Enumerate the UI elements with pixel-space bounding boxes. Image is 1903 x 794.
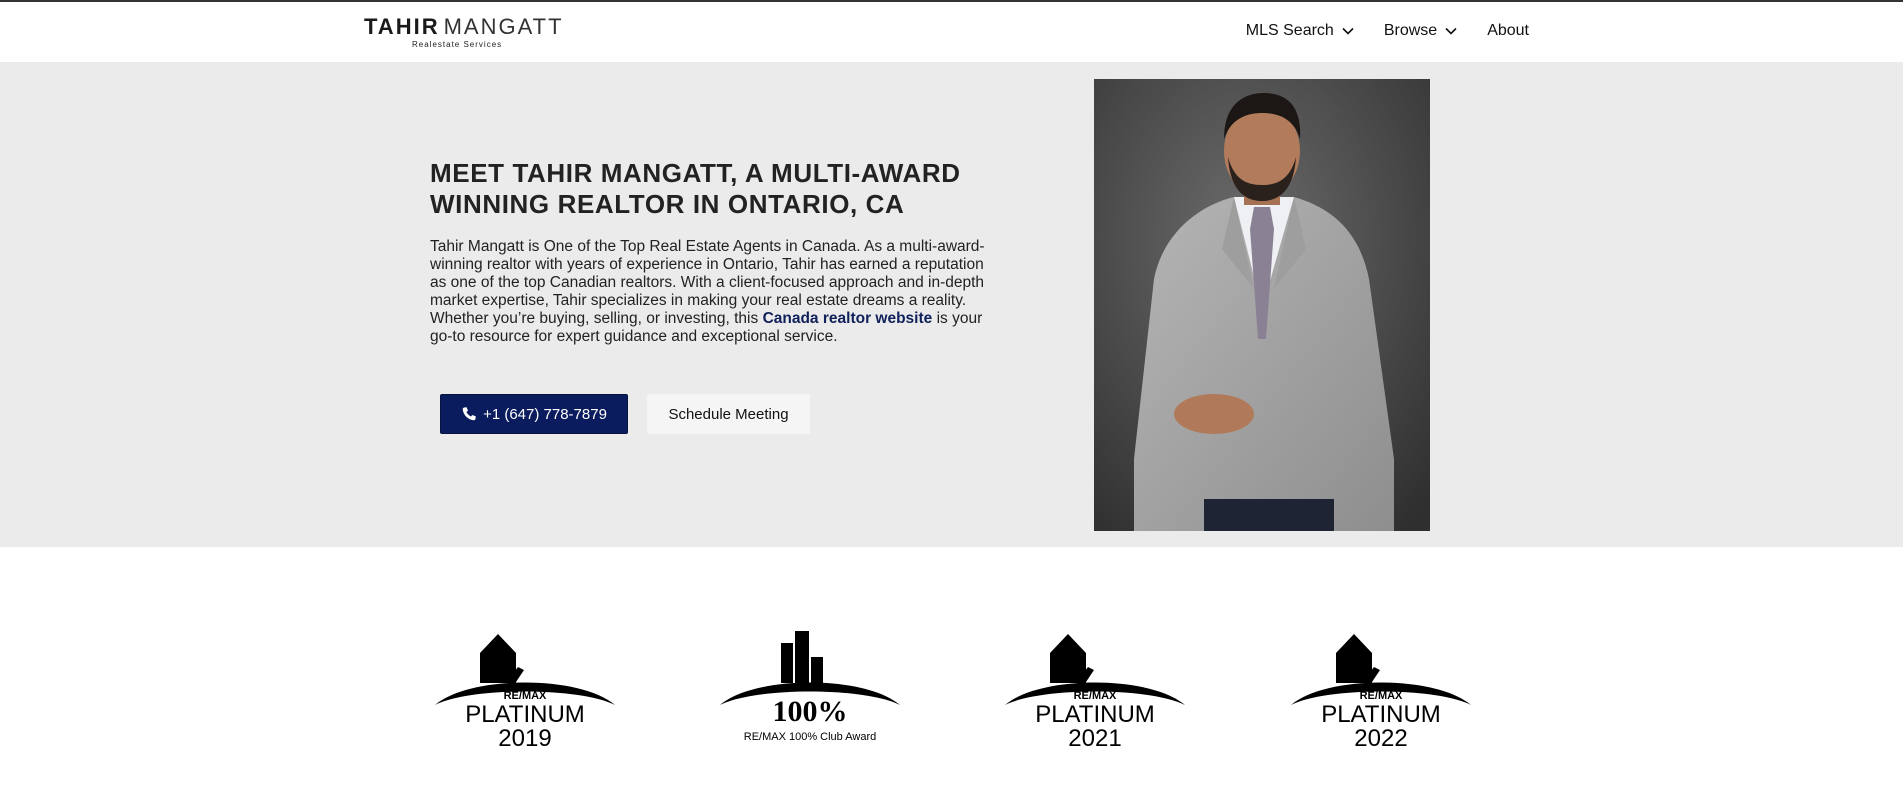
nav-about[interactable]: About	[1487, 22, 1529, 40]
award-platinum-2022: RE/MAX PLATINUM 2022	[1286, 625, 1476, 752]
chevron-down-icon	[1342, 27, 1354, 35]
nav-browse[interactable]: Browse	[1384, 22, 1457, 40]
nav-about-label: About	[1487, 22, 1529, 39]
house-icon	[480, 634, 516, 683]
award-title: PLATINUM	[465, 701, 585, 728]
award-caption: RE/MAX 100% Club Award	[744, 731, 876, 743]
logo-subtitle: Realestate Services	[412, 40, 503, 49]
site-header: TAHIR MANGATT Realestate Services MLS Se…	[0, 2, 1903, 62]
schedule-meeting-label: Schedule Meeting	[668, 405, 789, 423]
award-title: PLATINUM	[1035, 701, 1155, 728]
award-platinum-2019: RE/MAX PLATINUM 2019	[430, 625, 620, 752]
site-logo[interactable]: TAHIR MANGATT Realestate Services	[364, 14, 564, 50]
award-100-percent-club: 100% RE/MAX 100% Club Award	[715, 625, 905, 750]
realtor-website-link[interactable]: Canada realtor website	[763, 310, 933, 327]
building-icon	[781, 643, 793, 683]
phone-number-label: +1 (647) 778-7879	[483, 405, 607, 423]
phone-icon	[462, 407, 476, 421]
house-icon	[1050, 634, 1086, 683]
award-year: 2022	[1354, 725, 1407, 750]
award-title: 100%	[773, 695, 848, 728]
call-phone-button[interactable]: +1 (647) 778-7879	[440, 394, 628, 434]
logo-light-text: MANGATT	[443, 14, 564, 39]
agent-portrait	[1094, 79, 1430, 531]
award-year: 2021	[1068, 725, 1121, 750]
logo-bold-text: TAHIR	[364, 14, 440, 39]
award-year: 2019	[498, 725, 551, 750]
nav-mls-search-label: MLS Search	[1245, 22, 1334, 39]
main-nav: MLS Search Browse About	[1246, 22, 1529, 40]
schedule-meeting-button[interactable]: Schedule Meeting	[647, 394, 810, 434]
chevron-down-icon	[1445, 27, 1457, 35]
award-title: PLATINUM	[1321, 701, 1441, 728]
hero-section: MEET TAHIR MANGATT, A MULTI-AWARD WINNIN…	[0, 62, 1903, 547]
hero-description: Tahir Mangatt is One of the Top Real Est…	[430, 238, 990, 346]
house-icon	[1336, 634, 1372, 683]
nav-browse-label: Browse	[1383, 22, 1438, 39]
award-platinum-2021: RE/MAX PLATINUM 2021	[1000, 625, 1190, 752]
nav-mls-search[interactable]: MLS Search	[1246, 22, 1354, 40]
hero-title: MEET TAHIR MANGATT, A MULTI-AWARD WINNIN…	[430, 158, 961, 219]
